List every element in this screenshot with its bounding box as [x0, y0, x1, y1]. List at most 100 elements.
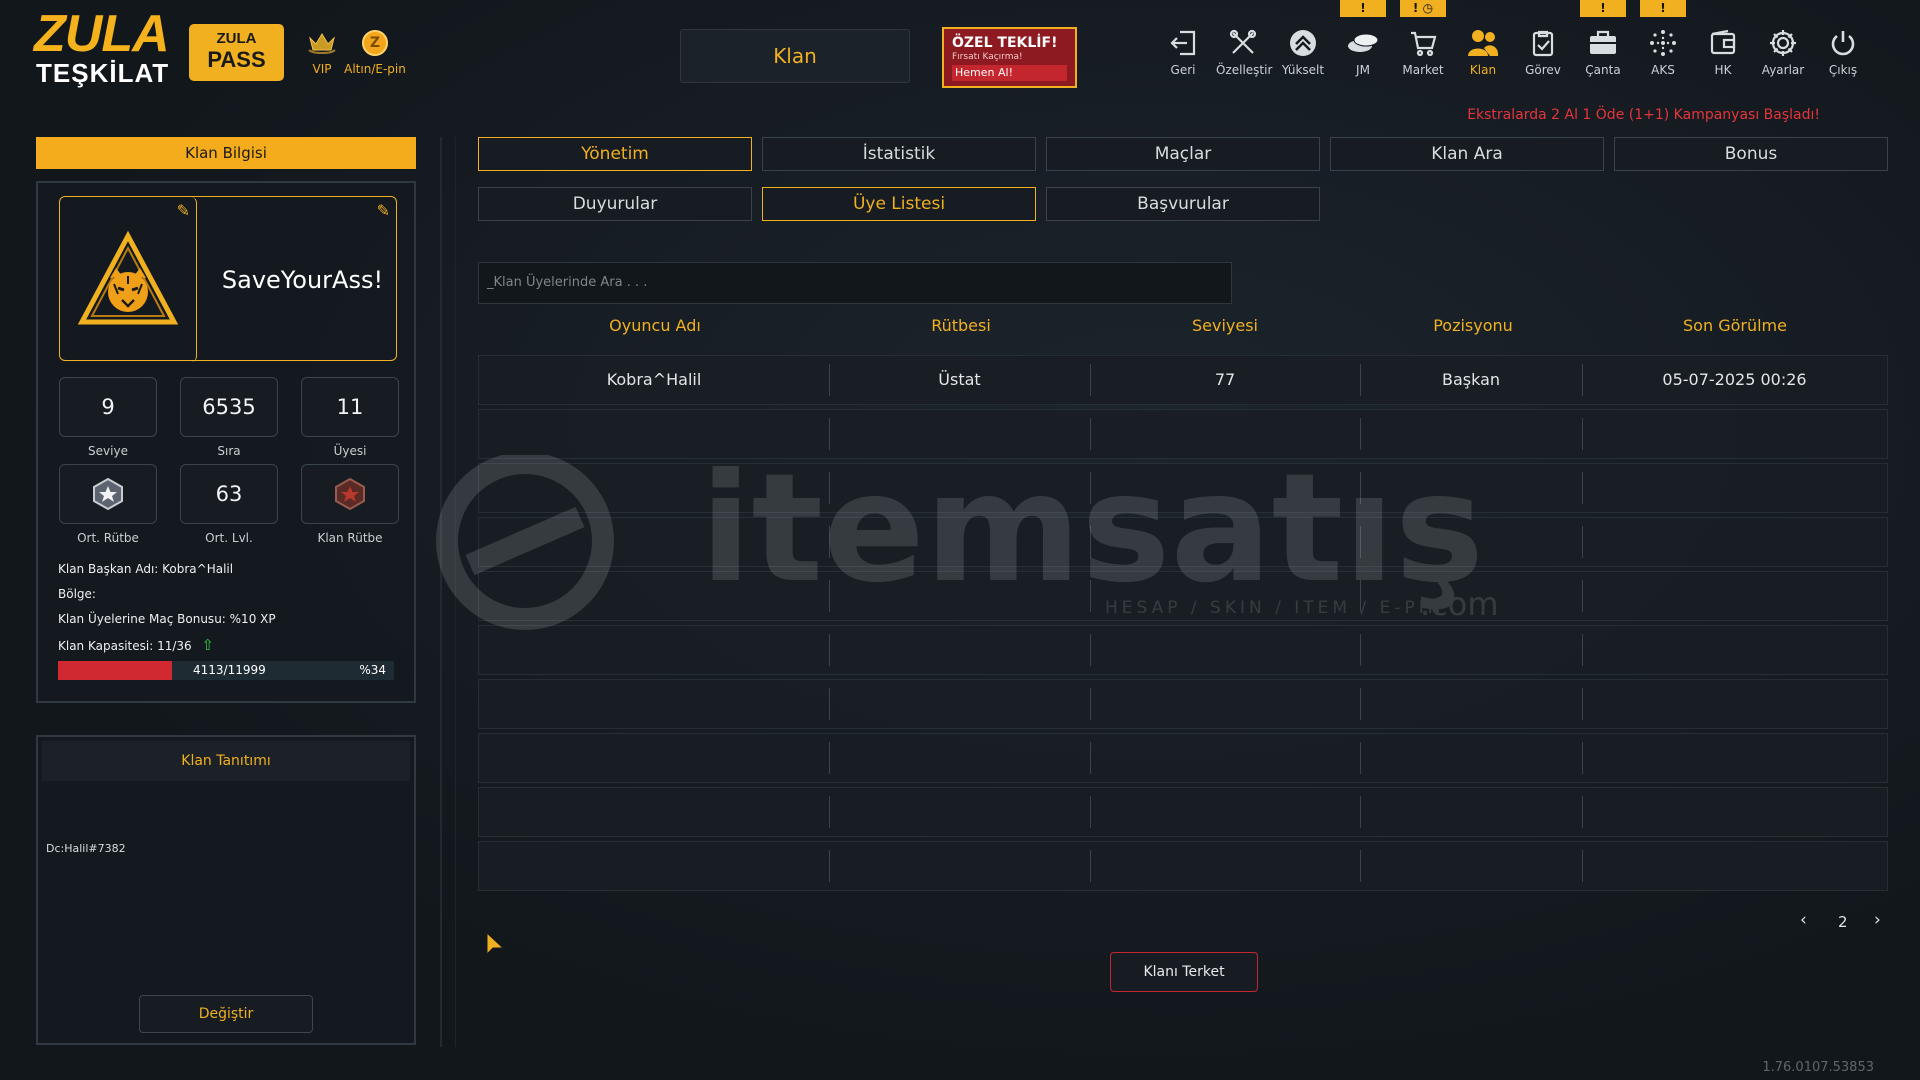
column-divider: [1582, 526, 1583, 558]
change-description-button[interactable]: Değiştir: [139, 995, 313, 1033]
col-level[interactable]: Seviyesi: [1130, 316, 1320, 335]
table-cell: [1360, 788, 1582, 836]
table-row-empty[interactable]: [478, 733, 1888, 783]
table-cell: [1090, 464, 1360, 512]
nav-clan[interactable]: Klan: [1456, 25, 1510, 77]
nav-jm[interactable]: JM: [1336, 25, 1390, 77]
table-row-empty[interactable]: [478, 517, 1888, 567]
tab-matches[interactable]: Maçlar: [1046, 137, 1320, 171]
table-row-empty[interactable]: [478, 409, 1888, 459]
column-divider: [1360, 688, 1361, 720]
zula-pass-button[interactable]: ZULA PASS: [189, 24, 284, 81]
market-alert-badge: ! ◷: [1400, 0, 1446, 17]
nav-exit[interactable]: Çıkış: [1816, 25, 1870, 77]
table-cell: [479, 734, 829, 782]
tab-announcements[interactable]: Duyurular: [478, 187, 752, 221]
stat-level-label: Seviye: [88, 444, 128, 458]
campaign-announcement[interactable]: Ekstralarda 2 Al 1 Öde (1+1) Kampanyası …: [1467, 107, 1820, 123]
pager-next-button[interactable]: ›: [1874, 910, 1881, 930]
table-row-empty[interactable]: [478, 841, 1888, 891]
nav-upgrade[interactable]: Yükselt: [1276, 25, 1330, 77]
column-divider: [1582, 472, 1583, 504]
table-row-empty[interactable]: [478, 463, 1888, 513]
nav-upgrade-label: Yükselt: [1281, 63, 1325, 77]
logo-title: ZULA: [34, 5, 170, 63]
panel-divider: [440, 137, 442, 1047]
table-row-empty[interactable]: [478, 571, 1888, 621]
nav-settings[interactable]: Ayarlar: [1756, 25, 1810, 77]
gold-coin-icon: Z: [360, 28, 390, 58]
special-offer-banner[interactable]: ÖZEL TEKLİF! Fırsatı Kaçırma! Hemen Al!: [942, 27, 1077, 88]
nav-customize[interactable]: Özelleştir: [1216, 25, 1273, 77]
col-last-seen[interactable]: Son Görülme: [1640, 316, 1830, 335]
table-cell: [829, 464, 1090, 512]
table-cell: [1582, 680, 1887, 728]
table-cell: [829, 626, 1090, 674]
stat-avg-level-label: Ort. Lvl.: [205, 531, 253, 545]
tab-member-list[interactable]: Üye Listesi: [762, 187, 1036, 221]
clan-description-header: Klan Tanıtımı: [42, 741, 410, 781]
nav-bag[interactable]: Çanta: [1576, 25, 1630, 77]
table-cell: [1360, 464, 1582, 512]
column-divider: [829, 634, 830, 666]
table-cell: [829, 518, 1090, 566]
col-position[interactable]: Pozisyonu: [1378, 316, 1568, 335]
table-cell: [479, 410, 829, 458]
clan-emblem[interactable]: ✎: [60, 197, 197, 362]
tab-statistics[interactable]: İstatistik: [762, 137, 1036, 171]
gold-epin-button[interactable]: Z Altın/E-pin: [340, 28, 410, 76]
column-divider: [1582, 364, 1583, 396]
upgrade-icon: [1285, 25, 1321, 61]
table-row-empty[interactable]: [478, 787, 1888, 837]
table-row-empty[interactable]: [478, 679, 1888, 729]
tab-bonus[interactable]: Bonus: [1614, 137, 1888, 171]
col-rank[interactable]: Rütbesi: [866, 316, 1056, 335]
nav-aks[interactable]: AKS: [1636, 25, 1690, 77]
table-cell: [1360, 410, 1582, 458]
table-row-empty[interactable]: [478, 625, 1888, 675]
tab-clan-search[interactable]: Klan Ara: [1330, 137, 1604, 171]
edit-emblem-icon[interactable]: ✎: [177, 201, 190, 220]
pager-prev-button[interactable]: ‹: [1800, 910, 1807, 930]
capacity-upgrade-icon[interactable]: ⇧: [202, 636, 215, 654]
column-divider: [1090, 580, 1091, 612]
tab-applications[interactable]: Başvurular: [1046, 187, 1320, 221]
edit-name-icon[interactable]: ✎: [377, 201, 390, 220]
column-divider: [1090, 796, 1091, 828]
vip-button[interactable]: VIP: [304, 28, 340, 76]
table-row[interactable]: Kobra^Halil Üstat 77 Başkan 05-07-2025 00:26: [478, 355, 1888, 405]
column-divider: [1582, 634, 1583, 666]
nav-customize-label: Özelleştir: [1216, 63, 1273, 77]
nav-hk[interactable]: HK: [1696, 25, 1750, 77]
column-divider: [1090, 742, 1091, 774]
nav-mission[interactable]: Görev: [1516, 25, 1570, 77]
table-cell: [479, 680, 829, 728]
col-player-name[interactable]: Oyuncu Adı: [560, 316, 750, 335]
table-cell: [479, 464, 829, 512]
nav-back[interactable]: Geri: [1156, 25, 1210, 77]
offer-cta: Hemen Al!: [952, 65, 1067, 81]
column-divider: [1582, 688, 1583, 720]
clan-capacity-text: Klan Kapasitesi: 11/36 ⇧: [58, 636, 214, 654]
mission-icon: [1525, 25, 1561, 61]
leave-clan-button[interactable]: Klanı Terket: [1110, 952, 1258, 992]
nav-aks-label: AKS: [1651, 63, 1675, 77]
tools-icon: [1225, 25, 1261, 61]
bag-icon: [1585, 25, 1621, 61]
column-divider: [829, 418, 830, 450]
table-cell: [1090, 842, 1360, 890]
version-label: 1.76.0107.53853: [1762, 1060, 1874, 1075]
column-divider: [1360, 364, 1361, 396]
table-cell: [1090, 788, 1360, 836]
member-search-input[interactable]: _Klan Üyelerinde Ara . . .: [478, 262, 1232, 304]
column-divider: [1360, 472, 1361, 504]
column-divider: [1360, 526, 1361, 558]
nav-back-label: Geri: [1170, 63, 1196, 77]
nav-clan-label: Klan: [1469, 63, 1497, 77]
clan-xp-value: 4113/11999: [193, 663, 266, 677]
table-cell: [829, 788, 1090, 836]
gold-coin-glyph: Z: [362, 30, 388, 56]
clan-leader-text: Klan Başkan Adı: Kobra^Halil: [58, 562, 234, 576]
nav-market[interactable]: Market: [1396, 25, 1450, 77]
tab-management[interactable]: Yönetim: [478, 137, 752, 171]
